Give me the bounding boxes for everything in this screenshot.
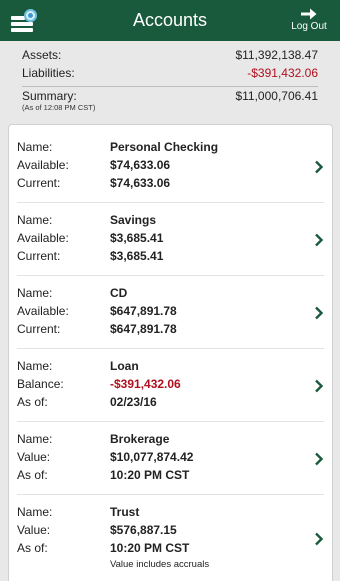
- account-field-value: 10:20 PM CST: [110, 468, 190, 482]
- account-row: Balance: -$391,432.06: [17, 377, 297, 395]
- account-field-label: Value:: [17, 450, 51, 464]
- account-row: As of: 10:20 PM CST: [17, 468, 297, 486]
- account-field-value: $3,685.41: [110, 249, 164, 263]
- card-divider: [17, 275, 324, 276]
- account-field-label: Name:: [17, 286, 53, 300]
- summary-label: Summary:: [22, 89, 77, 103]
- chevron-right-icon[interactable]: [314, 160, 324, 174]
- account-row: Name: CD: [17, 286, 297, 304]
- account-field-label: As of:: [17, 541, 48, 555]
- account-field-label: Available:: [17, 158, 69, 172]
- liabilities-value: -$391,432.06: [247, 66, 318, 80]
- account-row: As of: 02/23/16: [17, 395, 297, 413]
- account-field-value: $647,891.78: [110, 304, 177, 318]
- account-field-label: Balance:: [17, 377, 64, 391]
- account-field-label: Available:: [17, 304, 69, 318]
- chevron-right-icon[interactable]: [314, 306, 324, 320]
- card-divider: [17, 202, 324, 203]
- logout-button[interactable]: Log Out: [288, 8, 330, 32]
- liabilities-label: Liabilities:: [22, 66, 75, 80]
- assets-value: $11,392,138.47: [235, 48, 318, 62]
- account-row: Value: $10,077,874.42: [17, 450, 297, 468]
- summary-divider: [22, 86, 318, 87]
- card-divider: [17, 348, 324, 349]
- account-field-label: Value:: [17, 523, 51, 537]
- assets-label: Assets:: [22, 48, 62, 62]
- account-row: Name: Trust: [17, 505, 297, 523]
- account-field-label: Available:: [17, 231, 69, 245]
- account-field-value: $74,633.06: [110, 158, 171, 172]
- account-field-label: As of:: [17, 395, 48, 409]
- account-field-value: Trust: [110, 505, 140, 519]
- account-row: Available: $3,685.41: [17, 231, 297, 249]
- chevron-right-icon[interactable]: [314, 379, 324, 393]
- account-row: Value: $576,887.15: [17, 523, 297, 541]
- account-field-label: Current:: [17, 176, 61, 190]
- liabilities-row: Liabilities: -$391,432.06: [22, 66, 318, 84]
- account-row: Name: Savings: [17, 213, 297, 231]
- account-row: Current: $3,685.41: [17, 249, 297, 267]
- account-field-label: Name:: [17, 432, 53, 446]
- logout-label: Log Out: [291, 21, 327, 32]
- account-row: Name: Brokerage: [17, 432, 297, 450]
- account-field-value: $647,891.78: [110, 322, 177, 336]
- account-field-value: 02/23/16: [110, 395, 157, 409]
- account-row: Available: $74,633.06: [17, 158, 297, 176]
- account-field-value: $74,633.06: [110, 176, 171, 190]
- chevron-right-icon[interactable]: [314, 452, 324, 466]
- account-field-value: $576,887.15: [110, 523, 177, 537]
- account-field-value: Personal Checking: [110, 140, 219, 154]
- account-field-label: Name:: [17, 213, 53, 227]
- account-row: Available: $647,891.78: [17, 304, 297, 322]
- account-field-value: -$391,432.06: [110, 377, 181, 391]
- account-field-value: CD: [110, 286, 128, 300]
- account-row: Name: Loan: [17, 359, 297, 377]
- chevron-right-icon[interactable]: [314, 532, 324, 546]
- account-field-label: Name:: [17, 140, 53, 154]
- arrow-right-icon: [301, 8, 317, 20]
- account-field-label: Current:: [17, 322, 61, 336]
- summary-value: $11,000,706.41: [235, 89, 318, 103]
- account-summary: Assets: $11,392,138.47 Liabilities: -$39…: [22, 41, 318, 112]
- account-field-label: Name:: [17, 505, 53, 519]
- assets-row: Assets: $11,392,138.47: [22, 48, 318, 66]
- account-field-label: Current:: [17, 249, 61, 263]
- card-divider: [17, 494, 324, 495]
- account-field-label: Name:: [17, 359, 53, 373]
- account-row: As of: 10:20 PM CST: [17, 541, 297, 559]
- account-field-value: Brokerage: [110, 432, 170, 446]
- accounts-list: Name: Personal Checking Available: $74,633…: [8, 124, 333, 581]
- summary-as-of: (As of 12:08 PM CST): [22, 103, 96, 112]
- account-field-value: Loan: [110, 359, 139, 373]
- account-field-value: $10,077,874.42: [110, 450, 194, 464]
- account-row: Current: $647,891.78: [17, 322, 297, 340]
- card-divider: [17, 421, 324, 422]
- account-field-value: Savings: [110, 213, 157, 227]
- account-field-value: $3,685.41: [110, 231, 164, 245]
- account-note: Value includes accruals: [110, 559, 210, 570]
- chevron-right-icon[interactable]: [314, 233, 324, 247]
- app-header: Accounts Log Out: [0, 0, 340, 41]
- account-row: Current: $74,633.06: [17, 176, 297, 194]
- account-field-value: 10:20 PM CST: [110, 541, 190, 555]
- account-row: Name: Personal Checking: [17, 140, 297, 158]
- account-field-label: As of:: [17, 468, 48, 482]
